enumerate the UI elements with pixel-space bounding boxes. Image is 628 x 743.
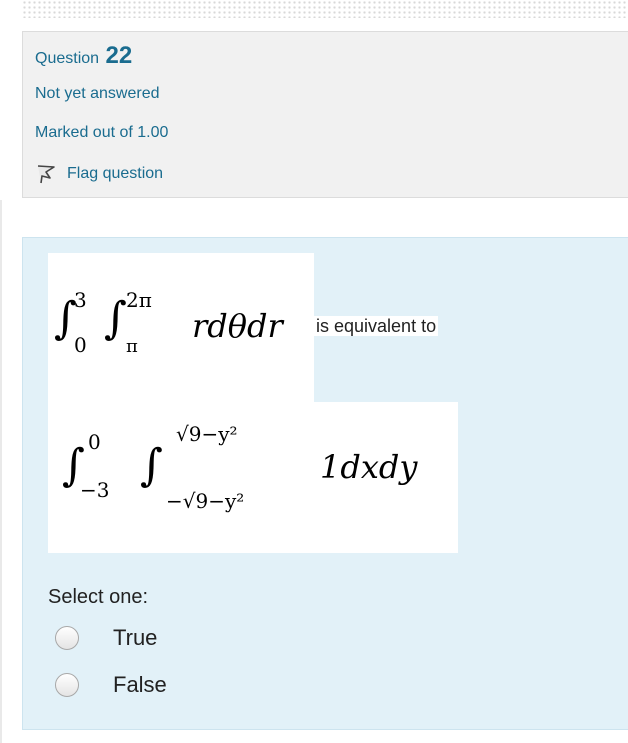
integrand-1: rdθdr xyxy=(192,307,283,345)
question-number: Question 22 xyxy=(35,42,132,70)
option-true[interactable]: True xyxy=(55,625,157,651)
outer-upper-limit-2: 0 xyxy=(88,430,101,454)
inner-upper-limit-2: √9−y² xyxy=(176,422,238,446)
left-border xyxy=(0,200,2,743)
question-state: Not yet answered xyxy=(35,85,160,102)
inner-integral-sign-2: ∫ xyxy=(140,440,163,491)
outer-lower-limit-2: −3 xyxy=(80,478,110,502)
inner-lower-limit-1: π xyxy=(126,336,138,357)
inner-integral-sign-1: ∫ xyxy=(104,293,127,344)
option-true-label: True xyxy=(113,625,158,650)
integral-image-2: ∫ 0 −3 ∫ √9−y² −√9−y² 1dxdy xyxy=(48,402,458,553)
option-false-label: False xyxy=(113,672,167,697)
question-number-value: 22 xyxy=(105,42,133,69)
question-grade: Marked out of 1.00 xyxy=(35,124,169,141)
radio-true[interactable] xyxy=(55,626,79,650)
integrand-2: 1dxdy xyxy=(320,448,418,486)
inner-upper-limit-1: 2π xyxy=(126,288,152,312)
outer-upper-limit-1: 3 xyxy=(74,288,87,312)
flag-question-label: Flag question xyxy=(67,165,164,182)
question-content-panel: ∫ 3 0 ∫ 2π π rdθdr is equivalent to ∫ 0 … xyxy=(22,237,628,730)
integral-image-1: ∫ 3 0 ∫ 2π π rdθdr xyxy=(48,253,314,403)
flag-icon xyxy=(37,165,55,184)
top-separator xyxy=(22,0,628,18)
question-info-panel: Question 22 Not yet answered Marked out … xyxy=(22,31,628,198)
question-label: Question xyxy=(35,50,100,67)
flag-question-link[interactable]: Flag question xyxy=(35,163,163,185)
select-one-prompt: Select one: xyxy=(48,586,149,608)
radio-false[interactable] xyxy=(55,673,79,697)
question-text: is equivalent to xyxy=(314,316,439,336)
outer-lower-limit-1: 0 xyxy=(74,333,87,357)
inner-lower-limit-2: −√9−y² xyxy=(166,489,245,513)
option-false[interactable]: False xyxy=(55,672,167,698)
